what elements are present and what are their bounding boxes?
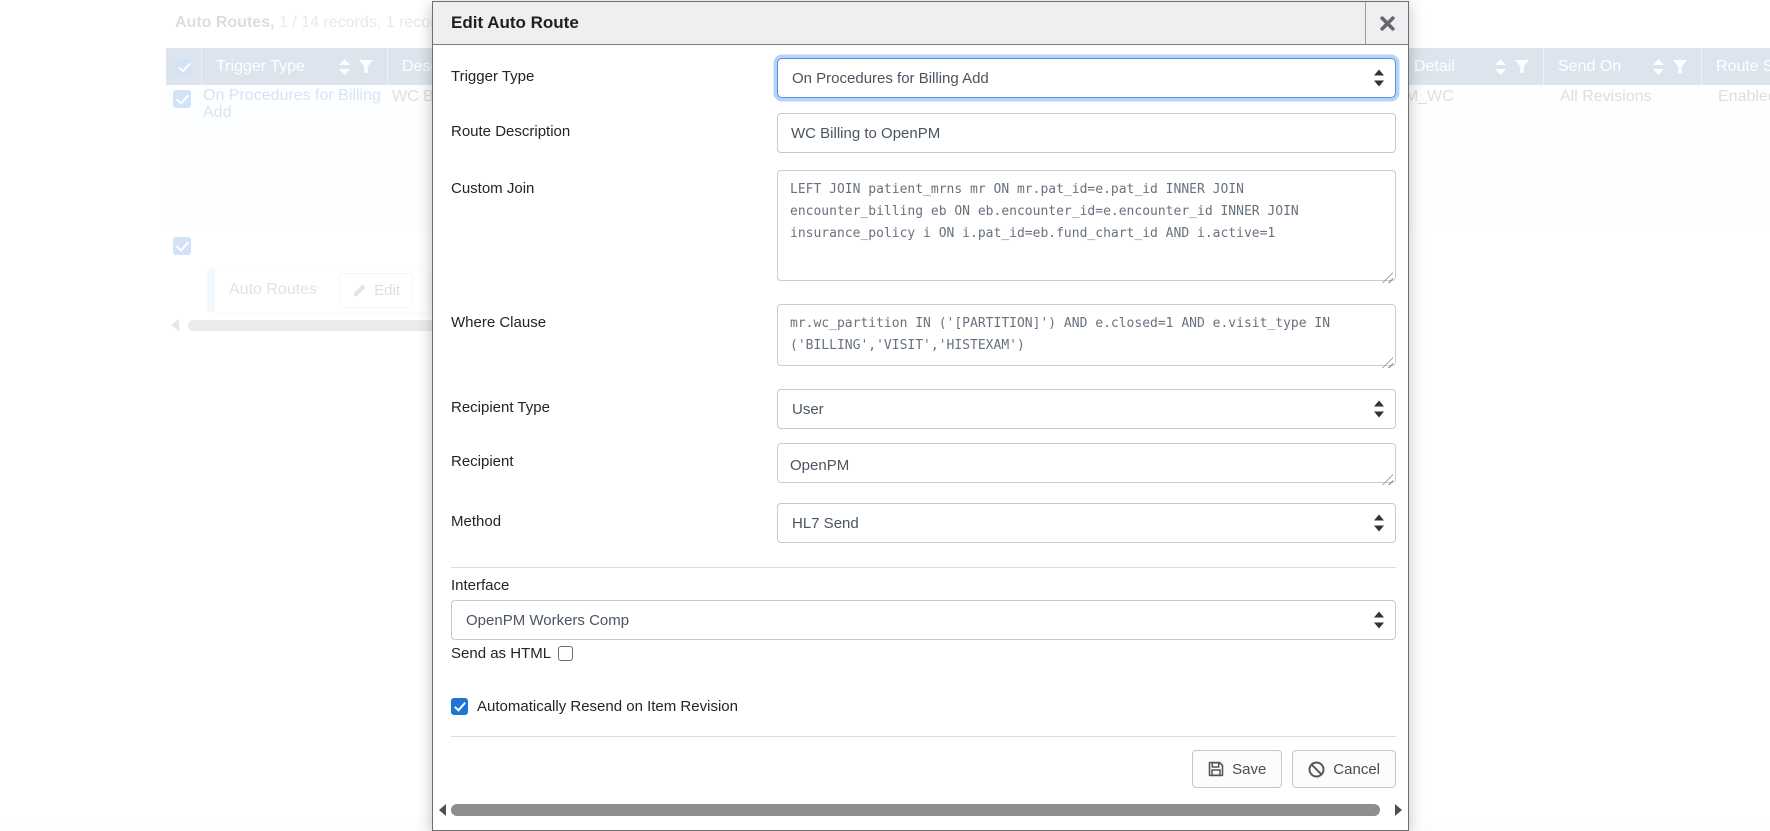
where-clause-label: Where Clause: [451, 304, 777, 371]
edit-auto-route-dialog: Edit Auto Route Trigger Type On Procedur…: [432, 1, 1409, 831]
dialog-horizontal-scrollbar[interactable]: [434, 801, 1407, 819]
select-stepper-icon: [1374, 70, 1384, 87]
trigger-type-label: Trigger Type: [451, 58, 777, 98]
recipient-type-label: Recipient Type: [451, 389, 777, 429]
custom-join-textarea[interactable]: LEFT JOIN patient_mrns mr ON mr.pat_id=e…: [777, 170, 1396, 281]
where-clause-textarea[interactable]: mr.wc_partition IN ('[PARTITION]') AND e…: [777, 304, 1396, 366]
send-as-html-row: Send as HTML: [451, 645, 1396, 662]
save-button-label: Save: [1232, 761, 1266, 778]
interface-label: Interface: [451, 577, 1396, 594]
trigger-type-value: On Procedures for Billing Add: [792, 70, 989, 87]
scroll-right-arrow-icon[interactable]: [1395, 804, 1402, 816]
route-description-label: Route Description: [451, 113, 777, 153]
route-description-input[interactable]: [777, 113, 1396, 153]
auto-resend-row: Automatically Resend on Item Revision: [451, 698, 1396, 715]
recipient-type-select[interactable]: User: [777, 389, 1396, 429]
cancel-button-label: Cancel: [1333, 761, 1380, 778]
select-stepper-icon: [1374, 401, 1384, 418]
dialog-header[interactable]: Edit Auto Route: [433, 2, 1408, 45]
recipient-type-value: User: [792, 401, 824, 418]
method-value: HL7 Send: [792, 515, 859, 532]
cancel-button[interactable]: Cancel: [1292, 750, 1396, 788]
footer-divider: [451, 736, 1396, 737]
save-button[interactable]: Save: [1192, 750, 1282, 788]
scrollbar-thumb[interactable]: [451, 804, 1380, 816]
interface-value: OpenPM Workers Comp: [466, 612, 629, 629]
method-select[interactable]: HL7 Send: [777, 503, 1396, 543]
section-divider: [451, 567, 1396, 568]
select-stepper-icon: [1374, 612, 1384, 629]
save-icon: [1208, 761, 1224, 777]
cancel-icon: [1308, 761, 1325, 778]
recipient-textarea[interactable]: OpenPM: [777, 443, 1396, 483]
recipient-label: Recipient: [451, 443, 777, 488]
close-icon: [1380, 16, 1395, 31]
scroll-left-arrow-icon[interactable]: [439, 804, 446, 816]
auto-resend-label: Automatically Resend on Item Revision: [477, 698, 738, 715]
close-button[interactable]: [1365, 2, 1408, 44]
interface-select[interactable]: OpenPM Workers Comp: [451, 600, 1396, 640]
send-as-html-checkbox[interactable]: [558, 646, 573, 661]
send-as-html-label: Send as HTML: [451, 645, 551, 662]
auto-resend-checkbox[interactable]: [451, 698, 468, 715]
method-label: Method: [451, 503, 777, 543]
select-stepper-icon: [1374, 515, 1384, 532]
trigger-type-select[interactable]: On Procedures for Billing Add: [777, 58, 1396, 98]
custom-join-label: Custom Join: [451, 170, 777, 286]
dialog-title: Edit Auto Route: [433, 13, 579, 33]
